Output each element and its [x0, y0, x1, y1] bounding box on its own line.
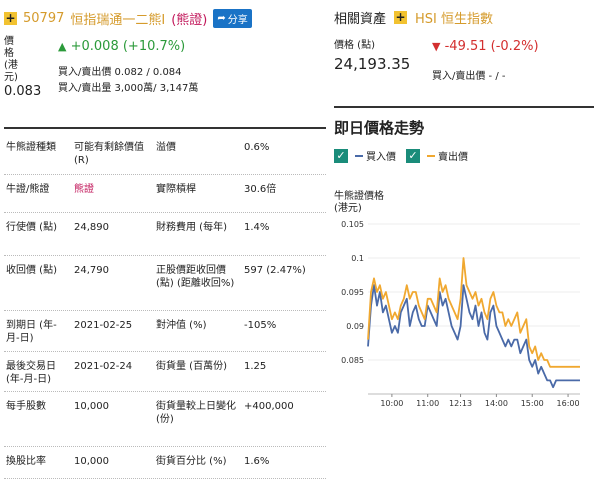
bid-ask-price: 買入/賣出價 0.082 / 0.084: [58, 67, 182, 78]
row-key: 收回價 (點): [6, 265, 57, 276]
chart-title: 即日價格走勢: [334, 119, 425, 137]
warrant-code: 50797: [23, 10, 65, 26]
table-row: 最後交易日 (年-月-日) 2021-02-24 街貨量 (百萬份) 1.25: [4, 352, 326, 392]
row-key: 街貨百分比 (%): [156, 456, 227, 467]
table-row: 換股比率 10,000 街貨百分比 (%) 1.6%: [4, 447, 326, 479]
table-row: 牛熊證種類 可能有剩餘價值 (R) 溢價 0.6%: [4, 133, 326, 175]
row-key: 行使價 (點): [6, 222, 57, 233]
related-bid-ask: 買入/賣出價 - / -: [432, 71, 506, 82]
checkbox-checked-icon[interactable]: ✓: [406, 148, 420, 163]
row-key: 財務費用 (每年): [156, 222, 227, 233]
down-arrow-icon: ▼: [432, 40, 441, 53]
row-value: 597 (2.47%): [244, 265, 306, 276]
table-row: 到期日 (年-月-日) 2021-02-25 對沖值 (%) -105%: [4, 311, 326, 352]
x-tick-label: 14:00: [485, 399, 508, 406]
x-tick-label: 12:13: [449, 399, 472, 406]
x-tick-label: 11:00: [416, 399, 439, 406]
bid-line-swatch: [355, 154, 363, 157]
related-price-value: 24,193.35: [334, 55, 411, 73]
row-value: 1.6%: [244, 456, 270, 467]
warrant-type-tag: (熊證): [171, 12, 208, 28]
warrant-header: + 50797 恒指瑞通一二熊I (熊證) ➦ 分享: [4, 7, 324, 29]
row-value: 10,000: [74, 401, 109, 412]
related-asset-title: 相關資產: [334, 11, 387, 27]
checkbox-checked-icon[interactable]: ✓: [334, 148, 348, 163]
row-key: 牛熊證種類: [6, 142, 56, 153]
row-key: 對沖值 (%): [156, 320, 207, 331]
price-value: 0.083: [4, 84, 42, 99]
y-tick-label: 0.09: [346, 322, 364, 331]
row-value: 30.6倍: [244, 184, 277, 195]
row-value: 24,790: [74, 265, 109, 276]
related-price-label: 價格 (點): [334, 40, 375, 51]
warrant-details-table: 牛熊證種類 可能有剩餘價值 (R) 溢價 0.6% 牛證/熊證 熊證 實際槓桿 30.6倍行使…: [4, 133, 326, 479]
legend-bid[interactable]: ✓ 買入價: [334, 148, 396, 163]
x-tick-label: 10:00: [380, 399, 403, 406]
related-asset-name[interactable]: HSI 恒生指數: [415, 8, 493, 27]
row-value: +400,000: [244, 401, 294, 412]
share-icon: ➦: [217, 12, 226, 24]
row-key: 每手股數: [6, 401, 46, 412]
row-value: 1.25: [244, 361, 267, 372]
share-button[interactable]: ➦ 分享: [213, 8, 252, 28]
row-value: 2021-02-24: [74, 361, 133, 372]
row-key: 最後交易日 (年-月-日): [6, 361, 56, 385]
price-label: 價格(港元): [4, 36, 18, 83]
related-asset-header: 相關資產 + HSI 恒生指數: [334, 7, 594, 27]
divider: [4, 127, 326, 129]
x-tick-label: 15:00: [521, 399, 544, 406]
price-change: ▲ +0.008 (+10.7%): [58, 39, 186, 54]
y-axis-label: (港元): [334, 202, 362, 214]
row-value: 0.6%: [244, 142, 270, 153]
row-value: 24,890: [74, 222, 109, 233]
price-block: 價格(港元) 0.083: [4, 36, 44, 98]
y-tick-label: 0.1: [351, 254, 364, 263]
divider: [334, 106, 594, 108]
warrant-name: 恒指瑞通一二熊I: [70, 12, 166, 28]
table-row: 牛證/熊證 熊證 實際槓桿 30.6倍: [4, 175, 326, 213]
up-arrow-icon: ▲: [58, 40, 67, 53]
x-tick-label: 16:00: [557, 399, 580, 406]
add-related-icon[interactable]: +: [394, 10, 408, 24]
related-price: 價格 (點) 24,193.35: [334, 36, 410, 73]
chart-legend: ✓ 買入價 ✓ 賣出價: [334, 148, 468, 163]
y-tick-label: 0.105: [341, 220, 364, 229]
y-tick-label: 0.095: [341, 288, 364, 297]
row-key: 溢價: [156, 142, 176, 153]
bid-ask-volume: 買入/賣出量 3,000萬/ 3,147萬: [58, 83, 199, 94]
y-axis-label: 牛熊證價格: [334, 189, 384, 202]
bid-price-line: [367, 284, 580, 389]
row-key: 正股價距收回價 (點) (距離收回%): [156, 265, 235, 289]
add-watchlist-icon[interactable]: +: [4, 11, 17, 25]
related-change: ▼ -49.51 (-0.2%): [432, 39, 539, 54]
row-key: 街貨量較上日變化 (份): [156, 401, 236, 425]
price-chart: 牛熊證價格(港元) 0.105 0.1 0.095 0.09 0.085 10:00 11:0…: [334, 189, 580, 406]
row-value: 可能有剩餘價值 (R): [74, 142, 144, 166]
y-tick-label: 0.085: [341, 356, 364, 365]
row-key: 到期日 (年-月-日): [6, 320, 57, 344]
row-key: 街貨量 (百萬份): [156, 361, 227, 372]
legend-ask[interactable]: ✓ 賣出價: [406, 148, 468, 163]
row-value: 10,000: [74, 456, 109, 467]
row-key: 換股比率: [6, 456, 46, 467]
row-key: 實際槓桿: [156, 184, 196, 195]
bid-ask-info: 買入/賣出價 0.082 / 0.084 買入/賣出量 3,000萬/ 3,14…: [58, 65, 198, 97]
table-row: 收回價 (點) 24,790 正股價距收回價 (點) (距離收回%) 597 (2.4…: [4, 256, 326, 311]
row-key: 牛證/熊證: [6, 184, 50, 195]
row-value: 2021-02-25: [74, 320, 133, 331]
table-row: 行使價 (點) 24,890 財務費用 (每年) 1.4%: [4, 213, 326, 256]
row-value: 熊證: [74, 184, 94, 195]
row-value: -105%: [244, 320, 277, 331]
row-value: 1.4%: [244, 222, 270, 233]
table-row: 每手股數 10,000 街貨量較上日變化 (份) +400,000: [4, 392, 326, 447]
ask-line-swatch: [427, 154, 435, 157]
